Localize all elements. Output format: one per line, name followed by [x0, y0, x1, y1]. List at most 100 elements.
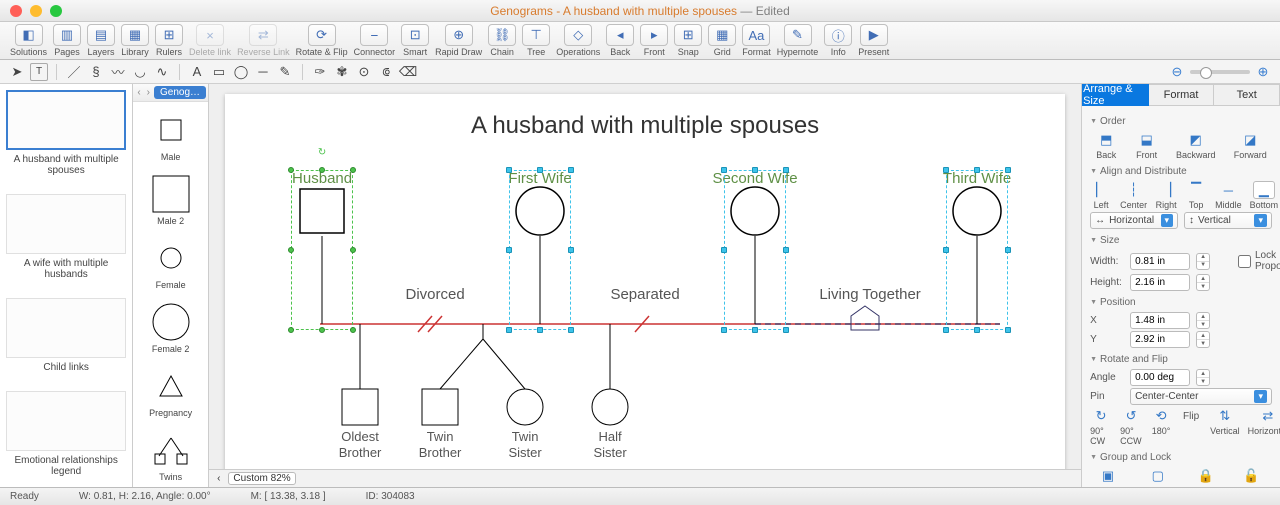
- erase-tool-icon[interactable]: ⌫: [399, 63, 417, 81]
- unlock-button[interactable]: 🔓UnLock: [1236, 467, 1267, 487]
- pointer-tool-icon[interactable]: ➤: [8, 63, 26, 81]
- connector-button[interactable]: ⎯Connector: [352, 23, 398, 57]
- tab-arrange-size[interactable]: Arrange & Size: [1082, 84, 1149, 106]
- oldest-brother-label[interactable]: Oldest Brother: [339, 429, 382, 460]
- angle-field[interactable]: [1130, 369, 1190, 386]
- tab-text[interactable]: Text: [1214, 84, 1280, 106]
- distribute-horizontal-select[interactable]: ↔Horizontal: [1090, 212, 1178, 229]
- library-item-pregnancy[interactable]: Pregnancy: [133, 358, 208, 422]
- crop-tool-icon[interactable]: ⟃: [377, 63, 395, 81]
- height-field[interactable]: [1130, 274, 1190, 291]
- zoom-in-icon[interactable]: ⊕: [1254, 63, 1272, 81]
- minimize-window-button[interactable]: [30, 5, 42, 17]
- format-button[interactable]: AaFormat: [740, 23, 773, 57]
- magnet-tool-icon[interactable]: ⊙: [355, 63, 373, 81]
- y-field[interactable]: [1130, 331, 1190, 348]
- pin-select[interactable]: Center-Center: [1130, 388, 1272, 405]
- line-alt-tool-icon[interactable]: ─: [254, 63, 272, 81]
- text-label-icon[interactable]: A: [188, 63, 206, 81]
- distribute-vertical-select[interactable]: ↕Vertical: [1184, 212, 1272, 229]
- width-stepper[interactable]: ▲▼: [1196, 253, 1210, 270]
- order-back-button[interactable]: ⬒Back: [1095, 131, 1117, 160]
- pages-button[interactable]: ▥Pages: [51, 23, 83, 57]
- rect-tool-icon[interactable]: ▭: [210, 63, 228, 81]
- section-position[interactable]: Position: [1090, 297, 1272, 308]
- twin-sister-label[interactable]: Twin Sister: [508, 429, 541, 460]
- ellipse-tool-icon[interactable]: ◯: [232, 63, 250, 81]
- height-stepper[interactable]: ▲▼: [1196, 274, 1210, 291]
- library-item-male[interactable]: Male: [133, 102, 208, 166]
- present-button[interactable]: ▶Present: [856, 23, 891, 57]
- spline-tool-icon[interactable]: ∿: [153, 63, 171, 81]
- align-top-button[interactable]: ▔Top: [1185, 181, 1207, 210]
- width-field[interactable]: [1130, 253, 1190, 270]
- library-prev-icon[interactable]: ‹: [135, 87, 142, 98]
- align-center-button[interactable]: ┆Center: [1120, 181, 1147, 210]
- info-button[interactable]: ⓘInfo: [822, 23, 854, 57]
- separated-label[interactable]: Separated: [610, 286, 679, 303]
- layers-button[interactable]: ▤Layers: [85, 23, 117, 57]
- living-together-label[interactable]: Living Together: [819, 286, 920, 303]
- align-bottom-button[interactable]: ▁Bottom: [1250, 181, 1279, 210]
- library-selector[interactable]: Genog…: [154, 86, 206, 99]
- divorced-label[interactable]: Divorced: [405, 286, 464, 303]
- lock-button[interactable]: 🔒Lock: [1195, 467, 1217, 487]
- twin-brother-label[interactable]: Twin Brother: [419, 429, 462, 460]
- y-stepper[interactable]: ▲▼: [1196, 331, 1210, 348]
- diagram-page[interactable]: A husband with multiple spouses: [225, 94, 1065, 469]
- page-thumbnail[interactable]: [6, 391, 126, 451]
- library-next-icon[interactable]: ›: [145, 87, 152, 98]
- rotate-90cw-button[interactable]: ↻90° CW: [1090, 407, 1112, 446]
- x-field[interactable]: [1130, 312, 1190, 329]
- bezier-tool-icon[interactable]: 〰: [109, 63, 127, 81]
- section-group[interactable]: Group and Lock: [1090, 452, 1272, 463]
- text-tool-icon[interactable]: T: [30, 63, 48, 81]
- section-size[interactable]: Size: [1090, 235, 1272, 246]
- rotate-flip-button[interactable]: ⟳Rotate & Flip: [294, 23, 350, 57]
- rapid-draw-button[interactable]: ⊕Rapid Draw: [433, 23, 484, 57]
- section-order[interactable]: Order: [1090, 116, 1272, 127]
- page-nav-prev-icon[interactable]: ‹: [217, 473, 220, 484]
- tree-button[interactable]: ⊤Tree: [520, 23, 552, 57]
- angle-stepper[interactable]: ▲▼: [1196, 369, 1210, 386]
- order-front-button[interactable]: ⬓Front: [1136, 131, 1158, 160]
- page-thumbnail[interactable]: [6, 298, 126, 358]
- stamp-tool-icon[interactable]: ✾: [333, 63, 351, 81]
- solutions-button[interactable]: ◧Solutions: [8, 23, 49, 57]
- align-middle-button[interactable]: ─Middle: [1215, 181, 1242, 210]
- rotate-180-button[interactable]: ⟲180°: [1150, 407, 1172, 446]
- front-button[interactable]: ▸Front: [638, 23, 670, 57]
- flip-horizontal-button[interactable]: ⇄Horizontal: [1248, 407, 1280, 446]
- align-right-button[interactable]: ▕Right: [1155, 181, 1177, 210]
- smart-button[interactable]: ⊡Smart: [399, 23, 431, 57]
- page-thumbnail[interactable]: [6, 194, 126, 254]
- library-item-female[interactable]: Female: [133, 230, 208, 294]
- section-align[interactable]: Align and Distribute: [1090, 166, 1272, 177]
- library-item-female2[interactable]: Female 2: [133, 294, 208, 358]
- pencil-tool-icon[interactable]: ✎: [276, 63, 294, 81]
- chain-button[interactable]: ⛓Chain: [486, 23, 518, 57]
- line-tool-icon[interactable]: ／: [65, 63, 83, 81]
- page-thumbnail[interactable]: [6, 90, 126, 150]
- zoom-window-button[interactable]: [50, 5, 62, 17]
- rotate-90ccw-button[interactable]: ↺90° CCW: [1120, 407, 1142, 446]
- half-sister-label[interactable]: Half Sister: [593, 429, 626, 460]
- rulers-button[interactable]: ⊞Rulers: [153, 23, 185, 57]
- tab-format[interactable]: Format: [1149, 84, 1215, 106]
- ungroup-button[interactable]: ▢UnGroup: [1140, 467, 1177, 487]
- close-window-button[interactable]: [10, 5, 22, 17]
- eyedropper-tool-icon[interactable]: ✑: [311, 63, 329, 81]
- order-backward-button[interactable]: ◩Backward: [1176, 131, 1216, 160]
- back-button[interactable]: ◂Back: [604, 23, 636, 57]
- arc-tool-icon[interactable]: ◡: [131, 63, 149, 81]
- flip-vertical-button[interactable]: ⇅Vertical: [1210, 407, 1240, 446]
- library-item-twins[interactable]: Twins: [133, 422, 208, 486]
- operations-button[interactable]: ◇Operations: [554, 23, 602, 57]
- snap-button[interactable]: ⊞Snap: [672, 23, 704, 57]
- zoom-out-icon[interactable]: ⊖: [1168, 63, 1186, 81]
- library-item-male2[interactable]: Male 2: [133, 166, 208, 230]
- order-forward-button[interactable]: ◪Forward: [1234, 131, 1267, 160]
- group-button[interactable]: ▣Group: [1096, 467, 1121, 487]
- lock-proportions-checkbox[interactable]: [1238, 255, 1251, 268]
- section-rotate[interactable]: Rotate and Flip: [1090, 354, 1272, 365]
